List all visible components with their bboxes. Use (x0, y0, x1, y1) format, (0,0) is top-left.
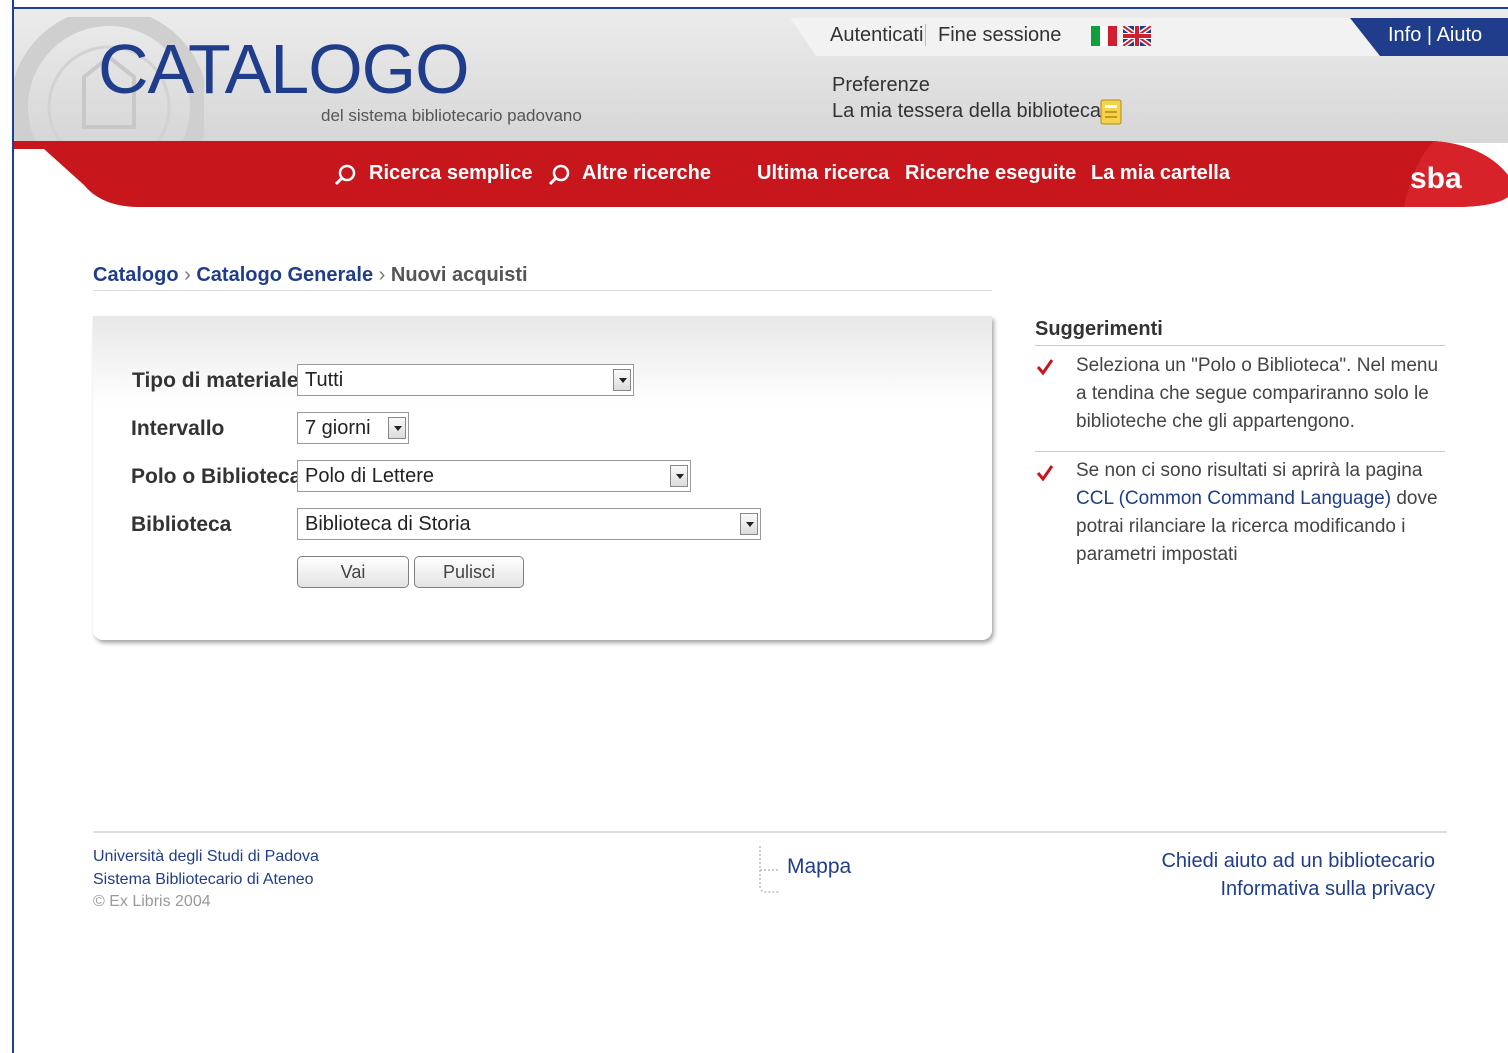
suggestion-tip-2-text: Se non ci sono risultati si aprirà la pa… (1076, 460, 1423, 481)
interval-value: 7 giorni (305, 417, 371, 439)
nav-other-searches[interactable]: Altre ricerche (582, 162, 711, 185)
interval-select[interactable]: 7 giorni (297, 412, 409, 444)
library-card-link[interactable]: La mia tessera della biblioteca (832, 100, 1101, 123)
info-help-link[interactable]: Info | Aiuto (1388, 24, 1482, 47)
copyright-text: © Ex Libris 2004 (93, 893, 211, 910)
breadcrumb-current: Nuovi acquisti (390, 264, 528, 286)
topbar-separator (925, 24, 926, 46)
breadcrumb-general-catalog[interactable]: Catalogo Generale (196, 264, 373, 286)
checkmark-icon (1036, 465, 1054, 482)
clear-button[interactable]: Pulisci (414, 556, 524, 588)
library-system-link[interactable]: Sistema Bibliotecario di Ateneo (93, 871, 314, 889)
suggestions-divider (1035, 345, 1445, 346)
go-button[interactable]: Vai (297, 556, 409, 588)
suggestions-title: Suggerimenti (1035, 318, 1163, 340)
library-select[interactable]: Biblioteca di Storia (297, 508, 761, 540)
library-label: Biblioteca (131, 513, 232, 536)
pole-library-value: Polo di Lettere (305, 465, 434, 487)
nav-my-folder[interactable]: La mia cartella (1091, 162, 1230, 185)
material-type-value: Tutti (305, 369, 344, 391)
breadcrumb-separator: › (378, 264, 386, 286)
breadcrumb: Catalogo › Catalogo Generale › Nuovi acq… (93, 264, 528, 287)
library-card-icon[interactable] (1100, 99, 1122, 125)
material-type-select[interactable]: Tutti (297, 364, 634, 396)
ccl-link[interactable]: CCL (Common Command Language) (1076, 488, 1391, 509)
search-icon (548, 164, 570, 186)
map-link[interactable]: Mappa (787, 855, 851, 879)
suggestion-tip-2: Se non ci sono risultati si aprirà la pa… (1076, 457, 1451, 569)
breadcrumb-separator: › (184, 264, 191, 286)
chevron-down-icon[interactable] (740, 513, 758, 535)
pole-library-select[interactable]: Polo di Lettere (297, 460, 691, 492)
chevron-down-icon[interactable] (613, 369, 631, 391)
logout-link[interactable]: Fine sessione (938, 24, 1061, 47)
italian-flag-icon[interactable] (1091, 26, 1117, 46)
sba-logo[interactable]: sba (1410, 162, 1462, 196)
material-type-label: Tipo di materiale (132, 369, 299, 392)
university-link[interactable]: Università degli Studi di Padova (93, 848, 319, 866)
checkmark-icon (1036, 359, 1054, 376)
ask-librarian-link[interactable]: Chiedi aiuto ad un bibliotecario (1161, 850, 1435, 873)
suggestion-tip-1: Seleziona un "Polo o Biblioteca". Nel me… (1076, 355, 1439, 432)
library-value: Biblioteca di Storia (305, 513, 471, 535)
uk-flag-icon[interactable] (1123, 26, 1151, 46)
nav-searches-done[interactable]: Ricerche eseguite (905, 162, 1076, 185)
privacy-link[interactable]: Informativa sulla privacy (1220, 878, 1435, 901)
pole-library-label: Polo o Biblioteca (131, 465, 302, 488)
nav-simple-search[interactable]: Ricerca semplice (369, 162, 532, 185)
footer-divider (93, 831, 1447, 833)
search-icon (334, 164, 356, 186)
breadcrumb-divider (93, 290, 992, 291)
chevron-down-icon[interactable] (388, 417, 406, 439)
chevron-down-icon[interactable] (670, 465, 688, 487)
catalog-logo[interactable]: CATALOGO (98, 34, 470, 104)
suggestions-divider (1035, 451, 1445, 452)
breadcrumb-catalog[interactable]: Catalogo (93, 264, 179, 286)
interval-label: Intervallo (131, 417, 225, 440)
nav-last-search[interactable]: Ultima ricerca (757, 162, 889, 185)
sitemap-icon (759, 846, 780, 893)
preferences-link[interactable]: Preferenze (832, 74, 930, 97)
logo-subtitle: del sistema bibliotecario padovano (321, 106, 582, 125)
login-link[interactable]: Autenticati (830, 24, 923, 47)
